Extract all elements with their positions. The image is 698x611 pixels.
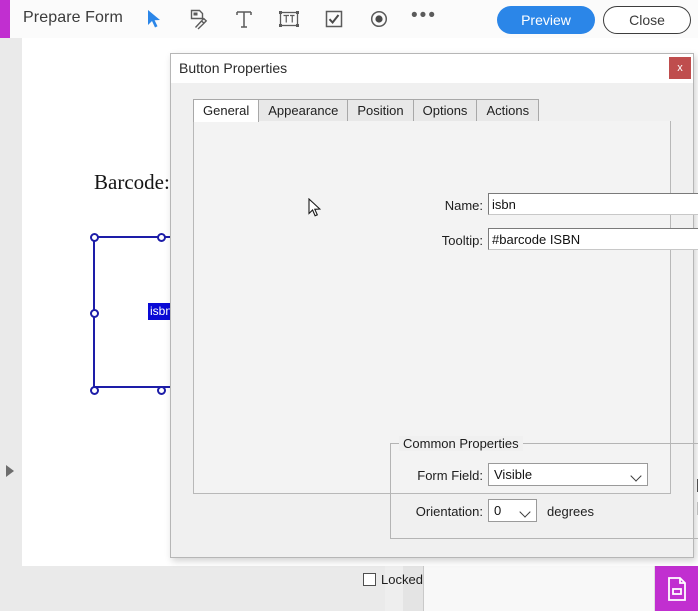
more-tools-icon[interactable]: ••• xyxy=(411,4,437,31)
text-field-tool[interactable] xyxy=(232,7,256,31)
common-properties-group xyxy=(390,443,698,539)
radio-button-tool[interactable] xyxy=(367,7,391,31)
tooltip-input[interactable] xyxy=(488,228,698,250)
export-pdf-panel[interactable] xyxy=(655,566,698,611)
application-window: Prepare Form ••• Preview Close Barcode: … xyxy=(0,0,698,611)
tab-general[interactable]: General xyxy=(193,99,260,122)
barcode-label: Barcode: xyxy=(94,170,170,194)
resize-handle-top-middle[interactable] xyxy=(157,233,166,242)
document-icon xyxy=(667,576,686,601)
name-input[interactable] xyxy=(488,193,698,215)
form-field-label: Form Field: xyxy=(417,468,483,483)
orientation-select[interactable]: 0 xyxy=(488,499,537,522)
degrees-label: degrees xyxy=(547,504,594,519)
toolbar-accent-bar xyxy=(0,0,10,38)
orientation-selected-value: 0 xyxy=(494,503,502,518)
tooltip-label: Tooltip: xyxy=(441,233,483,248)
form-field-select[interactable]: Visible xyxy=(488,463,648,486)
orientation-label: Orientation: xyxy=(415,504,483,519)
checkbox-tool[interactable] xyxy=(322,7,346,31)
close-icon[interactable]: x xyxy=(669,57,691,79)
text-box-tool[interactable] xyxy=(277,7,301,31)
checkbox-icon xyxy=(363,573,376,586)
page-title: Prepare Form xyxy=(23,9,123,26)
form-field-selected-value: Visible xyxy=(494,467,533,482)
tab-position[interactable]: Position xyxy=(347,99,414,121)
name-label: Name: xyxy=(444,198,483,213)
tab-options[interactable]: Options xyxy=(412,99,478,121)
chevron-down-icon xyxy=(630,470,642,482)
bottom-strip-right xyxy=(424,566,655,611)
left-panel-rail xyxy=(0,38,22,611)
preview-button[interactable]: Preview xyxy=(497,6,595,34)
signature-tool[interactable] xyxy=(187,7,211,31)
dialog-tabs: General Appearance Position Options Acti… xyxy=(193,99,671,122)
common-properties-legend: Common Properties xyxy=(399,436,523,451)
resize-handle-bottom-middle[interactable] xyxy=(157,386,166,395)
chevron-down-icon xyxy=(519,506,531,518)
tab-appearance[interactable]: Appearance xyxy=(258,99,349,121)
locked-checkbox[interactable]: Locked xyxy=(363,572,423,587)
dialog-titlebar[interactable]: Button Properties x xyxy=(171,54,693,83)
close-prepare-form-button[interactable]: Close xyxy=(603,6,691,34)
resize-handle-top-left[interactable] xyxy=(90,233,99,242)
expand-panel-arrow-icon[interactable] xyxy=(6,465,14,477)
more-tools-label: ••• xyxy=(411,4,437,26)
locked-label: Locked xyxy=(381,572,423,587)
form-tools-group: ••• xyxy=(142,0,436,38)
resize-handle-middle-left[interactable] xyxy=(90,309,99,318)
dialog-title: Button Properties xyxy=(179,60,288,76)
prepare-form-toolbar: Prepare Form ••• Preview Close xyxy=(0,0,698,39)
select-cursor-tool[interactable] xyxy=(142,7,166,31)
button-properties-dialog: Button Properties x General Appearance P… xyxy=(170,53,698,587)
tab-actions[interactable]: Actions xyxy=(476,99,540,121)
resize-handle-bottom-left[interactable] xyxy=(90,386,99,395)
